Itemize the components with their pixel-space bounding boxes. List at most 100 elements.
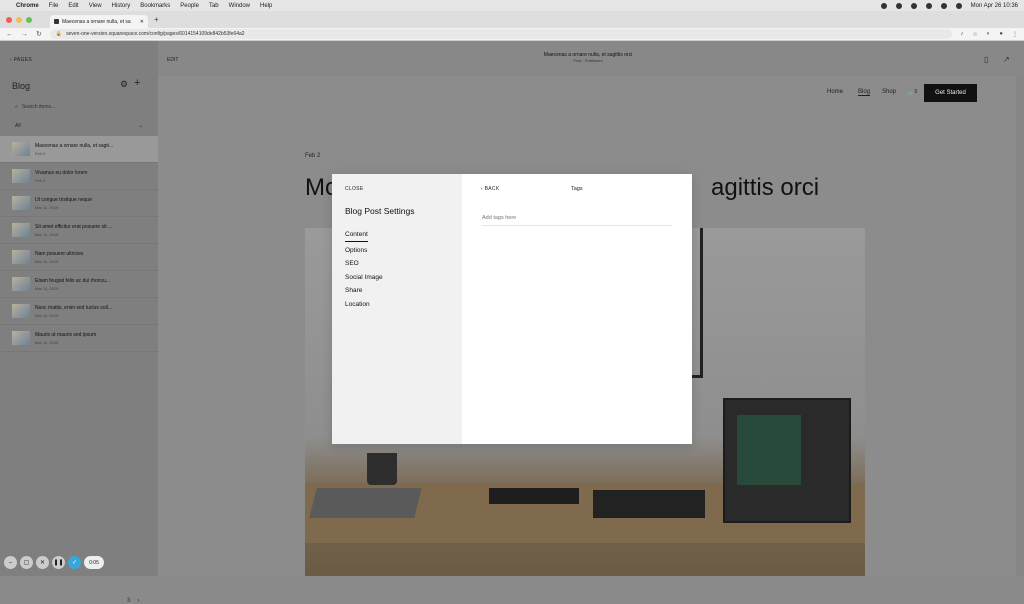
list-item[interactable]: Ut congue tristique neque Mar 11, 2019 xyxy=(0,190,158,217)
finish-check-icon[interactable]: ✓ xyxy=(68,556,81,569)
page-status: Post · Published xyxy=(573,58,603,63)
forward-arrow-icon[interactable]: → xyxy=(21,31,28,38)
menu-item-social-image[interactable]: Social Image xyxy=(345,274,383,283)
sidebar-title: Blog xyxy=(12,81,31,91)
wifi-icon[interactable] xyxy=(925,2,932,9)
post-title: Maecenas a ornare nulla, et sagit... xyxy=(35,142,114,149)
post-title: Mauris ut mauris sed ipsum xyxy=(35,331,97,338)
menu-people[interactable]: People xyxy=(180,3,199,9)
tab-close-icon[interactable]: ✕ xyxy=(140,19,144,25)
status-icon[interactable] xyxy=(880,2,887,9)
pages-sidebar: ‹ PAGES Blog ⚙ + ⌕ Search items... All ⌄… xyxy=(0,41,158,604)
post-date: Feb 2 xyxy=(35,150,46,156)
menu-item-seo[interactable]: SEO xyxy=(345,260,383,269)
chevron-down-icon: ⌄ xyxy=(138,123,143,129)
list-item[interactable]: Mauris ut mauris sed ipsum Mar 11, 2019 xyxy=(0,325,158,352)
edit-button[interactable]: EDIT xyxy=(167,57,178,63)
list-item[interactable]: Etiam feugiat felis ac dui rhoncu... Mar … xyxy=(0,271,158,298)
search-icon[interactable] xyxy=(955,2,962,9)
battery-icon[interactable] xyxy=(940,2,947,9)
clock[interactable]: Mon Apr 26 10:36 xyxy=(971,3,1018,9)
post-thumbnail xyxy=(12,250,30,264)
page-number[interactable]: 3 xyxy=(127,598,130,604)
app-name[interactable]: Chrome xyxy=(16,3,39,9)
bookmark-star-icon[interactable]: ☆ xyxy=(972,31,977,38)
post-date: Feb 2 xyxy=(35,177,46,183)
post-thumbnail xyxy=(12,196,30,210)
profile-icon[interactable]: ● xyxy=(999,31,1003,38)
keyboard-shape xyxy=(489,488,579,504)
search-icon: ⌕ xyxy=(15,104,18,110)
nav-blog[interactable]: Blog xyxy=(858,89,871,96)
post-thumbnail xyxy=(12,169,30,183)
list-item[interactable]: Maecenas a ornare nulla, et sagit... Feb … xyxy=(0,136,158,163)
pagination: 3 › xyxy=(127,598,139,604)
stop-record-icon[interactable]: – xyxy=(4,556,17,569)
minimize-window-icon[interactable] xyxy=(16,16,22,23)
new-tab-icon[interactable]: + xyxy=(154,15,159,24)
menu-item-location[interactable]: Location xyxy=(345,301,383,310)
search-input[interactable]: Search items... xyxy=(22,104,55,110)
post-title: Sit amet efficitur erat posuere sit ... xyxy=(35,223,113,230)
pages-back-link[interactable]: ‹ PAGES xyxy=(10,57,32,63)
filter-value: All xyxy=(15,123,21,129)
get-started-button[interactable]: Get Started xyxy=(924,84,977,102)
reload-icon[interactable]: ↻ xyxy=(36,30,42,38)
post-title: Ut congue tristique neque xyxy=(35,196,92,203)
extension-icon[interactable]: ◐ xyxy=(987,31,991,38)
recorder-controls: – ▢ ✕ ❚❚ ✓ 0:05 xyxy=(4,556,104,569)
list-item[interactable]: Sit amet efficitur erat posuere sit ... M… xyxy=(0,217,158,244)
filter-dropdown[interactable]: All ⌄ xyxy=(15,123,143,129)
menu-edit[interactable]: Edit xyxy=(68,3,78,9)
search-items[interactable]: ⌕ Search items... xyxy=(15,104,55,110)
status-icon[interactable] xyxy=(895,2,902,9)
menu-file[interactable]: File xyxy=(49,3,59,9)
computer-case-shape xyxy=(723,398,851,523)
close-button[interactable]: CLOSE xyxy=(345,186,363,192)
back-button[interactable]: ‹ BACK xyxy=(481,186,499,192)
more-menu-icon[interactable]: ⋮ xyxy=(1012,31,1018,38)
expand-icon[interactable]: ↗ xyxy=(1003,55,1010,64)
menu-item-content[interactable]: Content xyxy=(345,231,368,242)
cart-icon[interactable]: 🛒0 xyxy=(907,89,917,98)
add-post-icon[interactable]: + xyxy=(134,77,140,89)
menu-view[interactable]: View xyxy=(89,3,102,9)
tags-input[interactable] xyxy=(482,211,672,226)
tab-strip: Maecenas a ornare nulla, et sa ✕ + xyxy=(0,11,1024,28)
menu-bookmarks[interactable]: Bookmarks xyxy=(140,3,170,9)
nav-shop[interactable]: Shop xyxy=(882,89,896,95)
menu-item-share[interactable]: Share xyxy=(345,287,383,296)
zoom-window-icon[interactable] xyxy=(26,16,32,23)
blog-post-settings-modal: CLOSE Blog Post Settings Content Options… xyxy=(332,174,692,444)
post-thumbnail xyxy=(12,277,30,291)
mobile-preview-icon[interactable]: ▯ xyxy=(984,55,988,64)
plant-shape xyxy=(367,453,397,485)
menu-help[interactable]: Help xyxy=(260,3,272,9)
gear-icon[interactable]: ⚙ xyxy=(120,79,128,90)
next-page-icon[interactable]: › xyxy=(137,598,139,604)
menu-window[interactable]: Window xyxy=(229,3,250,9)
browser-tab[interactable]: Maecenas a ornare nulla, et sa ✕ xyxy=(50,15,148,28)
list-item[interactable]: Vivamus eu dolor lorem Feb 2 xyxy=(0,163,158,190)
list-item[interactable]: Nunc mattis, enim sed luctus soll... Mar … xyxy=(0,298,158,325)
list-item[interactable]: Nam posuere ultricies Mar 11, 2019 xyxy=(0,244,158,271)
url-field[interactable]: 🔒 seven-one-version.squarespace.com/conf… xyxy=(49,29,953,39)
menu-item-options[interactable]: Options xyxy=(345,247,383,256)
scrollbar[interactable] xyxy=(1016,76,1024,576)
settings-menu: Content Options SEO Social Image Share L… xyxy=(345,231,383,309)
camera-icon[interactable]: ▢ xyxy=(20,556,33,569)
back-arrow-icon[interactable]: ← xyxy=(6,31,13,38)
nav-home[interactable]: Home xyxy=(827,89,843,95)
page-info: Maecenas a ornare nulla, et sagittis orc… xyxy=(488,52,688,63)
status-icon[interactable] xyxy=(910,2,917,9)
post-date: Mar 11, 2019 xyxy=(35,339,59,345)
menu-tab[interactable]: Tab xyxy=(209,3,219,9)
pause-icon[interactable]: ❚❚ xyxy=(52,556,65,569)
close-window-icon[interactable] xyxy=(6,16,12,23)
cancel-record-icon[interactable]: ✕ xyxy=(36,556,49,569)
tags-panel: ‹ BACK Tags xyxy=(462,174,692,444)
microphone-icon[interactable]: ♪ xyxy=(960,31,963,38)
menu-history[interactable]: History xyxy=(112,3,131,9)
post-title: Nunc mattis, enim sed luctus soll... xyxy=(35,304,112,311)
post-date: Mar 11, 2019 xyxy=(35,285,59,291)
